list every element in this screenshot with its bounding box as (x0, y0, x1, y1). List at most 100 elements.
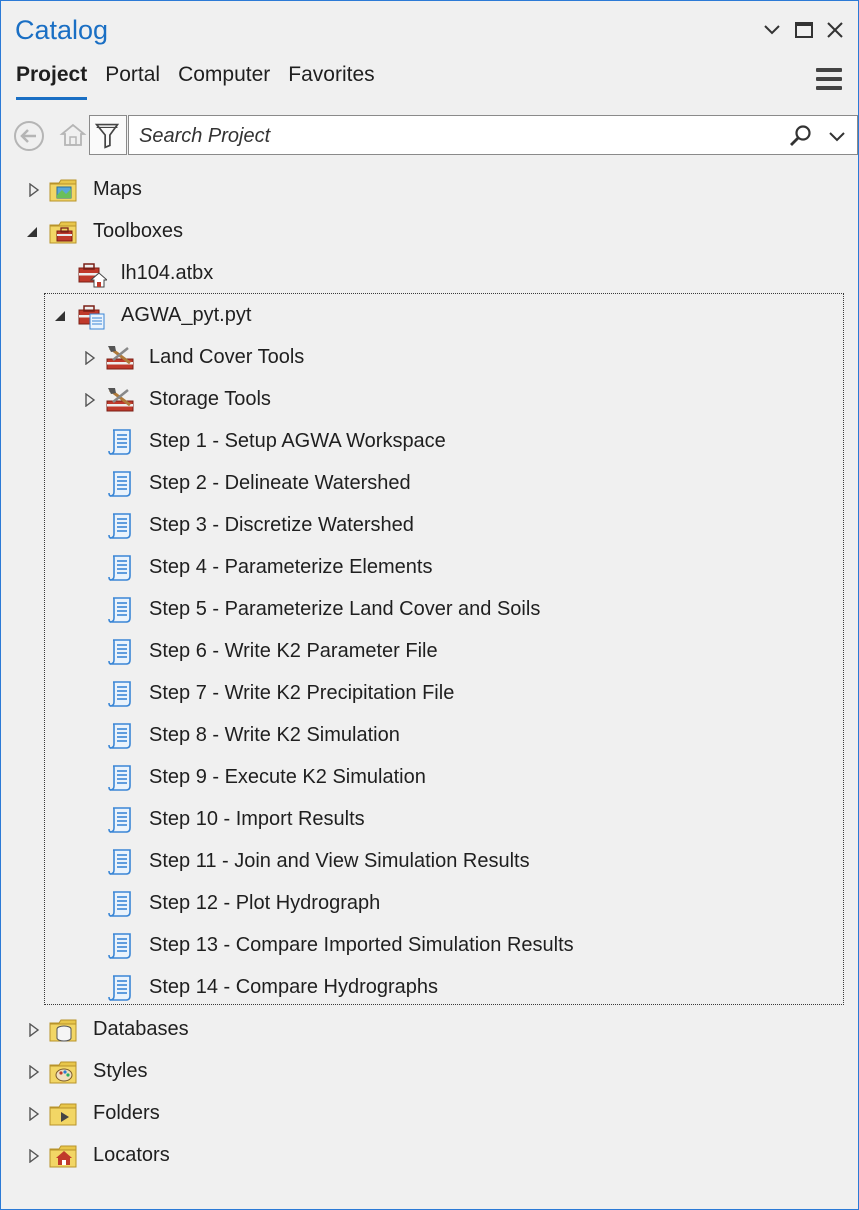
script-tool-icon (105, 889, 135, 919)
close-button[interactable] (824, 15, 846, 45)
tree-item-label: AGWA_pyt.pyt (121, 304, 252, 326)
tree-item-step-6[interactable]: Step 6 - Write K2 Parameter File (1, 631, 858, 673)
script-tool-icon (105, 763, 135, 793)
tree-item-label: Styles (93, 1060, 148, 1082)
tree-item-label: Step 7 - Write K2 Precipitation File (149, 682, 455, 704)
tree-item-folders[interactable]: Folders (1, 1093, 858, 1135)
search-box (128, 115, 858, 155)
expand-arrow-icon[interactable] (27, 1064, 41, 1080)
tree-item-label: Storage Tools (149, 388, 271, 410)
tree-item-label: Locators (93, 1144, 170, 1166)
tree-item-label: Step 5 - Parameterize Land Cover and Soi… (149, 598, 541, 620)
tree-item-step-11[interactable]: Step 11 - Join and View Simulation Resul… (1, 841, 858, 883)
tree-item-label: lh104.atbx (121, 262, 214, 284)
script-tool-icon (105, 511, 135, 541)
tree-item-label: Toolboxes (93, 220, 184, 242)
maximize-icon (795, 22, 813, 38)
expand-arrow-icon[interactable] (27, 182, 41, 198)
expand-arrow-icon[interactable] (27, 1148, 41, 1164)
tree-item-toolboxes[interactable]: Toolboxes (1, 211, 858, 253)
tree-item-label: Step 1 - Setup AGWA Workspace (149, 430, 446, 452)
script-tool-icon (105, 847, 135, 877)
script-tool-icon (105, 553, 135, 583)
tree-item-label: Step 4 - Parameterize Elements (149, 556, 433, 578)
toolset-icon (105, 343, 135, 373)
script-tool-icon (105, 931, 135, 961)
catalog-toolbar (11, 115, 858, 157)
tree-item-step-8[interactable]: Step 8 - Write K2 Simulation (1, 715, 858, 757)
catalog-tabs: Project Portal Computer Favorites (16, 63, 393, 100)
folders-folder-icon (48, 1099, 78, 1129)
back-icon[interactable] (13, 120, 45, 152)
expand-arrow-icon[interactable] (27, 1022, 41, 1038)
tree-item-step-10[interactable]: Step 10 - Import Results (1, 799, 858, 841)
tree-item-step-4[interactable]: Step 4 - Parameterize Elements (1, 547, 858, 589)
tree-item-step-9[interactable]: Step 9 - Execute K2 Simulation (1, 757, 858, 799)
script-tool-icon (105, 679, 135, 709)
tree-item-label: Land Cover Tools (149, 346, 305, 368)
collapse-arrow-icon[interactable] (53, 309, 67, 323)
catalog-pane: Catalog Project Portal Computer Favorite… (0, 0, 859, 1210)
close-icon (827, 22, 843, 38)
toolset-icon (105, 385, 135, 415)
collapse-arrow-icon[interactable] (25, 225, 39, 239)
chevron-down-icon (764, 25, 780, 35)
script-tool-icon (105, 973, 135, 1003)
tree-item-label: Step 10 - Import Results (149, 808, 365, 830)
search-input[interactable] (137, 120, 761, 152)
script-tool-icon (105, 595, 135, 625)
maps-folder-icon (48, 175, 78, 205)
chevron-down-icon[interactable] (827, 126, 847, 146)
expand-arrow-icon[interactable] (83, 350, 97, 366)
search-icon[interactable] (789, 124, 813, 148)
expand-arrow-icon[interactable] (27, 1106, 41, 1122)
tree-item-step-12[interactable]: Step 12 - Plot Hydrograph (1, 883, 858, 925)
tree-item-label: Step 3 - Discretize Watershed (149, 514, 414, 536)
tree-item-maps[interactable]: Maps (1, 169, 858, 211)
script-tool-icon (105, 637, 135, 667)
python-toolbox-icon (77, 301, 107, 331)
tree-item-step-1[interactable]: Step 1 - Setup AGWA Workspace (1, 421, 858, 463)
tree-item-step-13[interactable]: Step 13 - Compare Imported Simulation Re… (1, 925, 858, 967)
tab-portal[interactable]: Portal (105, 63, 160, 97)
filter-icon (94, 123, 120, 149)
maximize-button[interactable] (793, 15, 815, 45)
locators-folder-icon (48, 1141, 78, 1171)
databases-folder-icon (48, 1015, 78, 1045)
tree-item-land-cover-tools[interactable]: Land Cover Tools (1, 337, 858, 379)
pane-options-dropdown[interactable] (761, 15, 783, 45)
tree-item-step-2[interactable]: Step 2 - Delineate Watershed (1, 463, 858, 505)
filter-button[interactable] (89, 115, 127, 155)
script-tool-icon (105, 721, 135, 751)
tree-item-step-14[interactable]: Step 14 - Compare Hydrographs (1, 967, 858, 1009)
pane-title: Catalog (15, 15, 109, 45)
tree-item-label: Step 12 - Plot Hydrograph (149, 892, 381, 914)
styles-folder-icon (48, 1057, 78, 1087)
tree-item-storage-tools[interactable]: Storage Tools (1, 379, 858, 421)
script-tool-icon (105, 805, 135, 835)
tree-item-label: Step 2 - Delineate Watershed (149, 472, 411, 494)
tab-favorites[interactable]: Favorites (288, 63, 374, 97)
tree-item-label: Step 9 - Execute K2 Simulation (149, 766, 426, 788)
script-tool-icon (105, 469, 135, 499)
tree-item-label: Step 6 - Write K2 Parameter File (149, 640, 438, 662)
tree-item-label: Step 14 - Compare Hydrographs (149, 976, 439, 998)
tree-item-step-3[interactable]: Step 3 - Discretize Watershed (1, 505, 858, 547)
tab-project[interactable]: Project (16, 63, 88, 100)
tree-item-pyt[interactable]: AGWA_pyt.pyt (1, 295, 858, 337)
tree-item-databases[interactable]: Databases (1, 1009, 858, 1051)
script-tool-icon (105, 427, 135, 457)
tree-item-atbx[interactable]: lh104.atbx (1, 253, 858, 295)
tree-item-label: Databases (93, 1018, 189, 1040)
menu-icon[interactable] (816, 67, 842, 91)
expand-arrow-icon[interactable] (83, 392, 97, 408)
tree-item-label: Step 8 - Write K2 Simulation (149, 724, 400, 746)
tree-item-styles[interactable]: Styles (1, 1051, 858, 1093)
tree-item-label: Maps (93, 178, 142, 200)
tree-item-step-5[interactable]: Step 5 - Parameterize Land Cover and Soi… (1, 589, 858, 631)
tree-item-locators[interactable]: Locators (1, 1135, 858, 1177)
tree-item-label: Step 11 - Join and View Simulation Resul… (149, 850, 530, 872)
tree-item-step-7[interactable]: Step 7 - Write K2 Precipitation File (1, 673, 858, 715)
home-icon[interactable] (59, 121, 87, 149)
tab-computer[interactable]: Computer (178, 63, 270, 97)
